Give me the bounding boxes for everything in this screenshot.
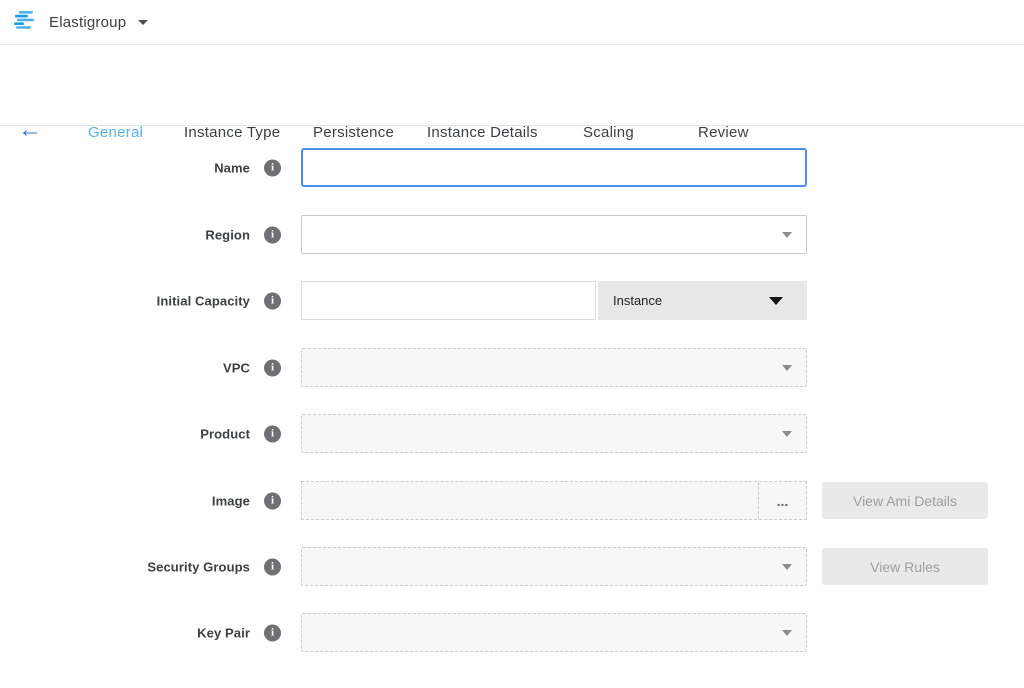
elastigroup-create-page: Elastigroup ← General Instance Type Pers… [0,0,1024,688]
key-pair-select[interactable] [301,613,807,652]
name-input[interactable] [301,148,807,187]
info-icon[interactable]: i [264,226,281,243]
info-icon[interactable]: i [264,624,281,641]
app-header: Elastigroup [0,0,1024,45]
elastigroup-logo-icon [14,10,40,35]
general-settings-form: Name i Region i Initial Capacity i In [0,127,1024,688]
app-title: Elastigroup [49,14,126,31]
browse-ellipsis-button[interactable]: ... [758,482,806,519]
caret-down-icon [769,297,783,305]
info-icon[interactable]: i [264,425,281,442]
info-icon[interactable]: i [264,558,281,575]
form-row-vpc: VPC i [0,348,1024,387]
view-rules-button[interactable]: View Rules [822,548,988,585]
initial-capacity-label: Initial Capacity [0,293,250,308]
form-row-product: Product i [0,414,1024,453]
view-ami-details-button[interactable]: View Ami Details [822,482,988,519]
key-pair-label: Key Pair [0,625,250,640]
info-icon[interactable]: i [264,492,281,509]
security-groups-select[interactable] [301,547,807,586]
caret-down-icon [782,365,792,371]
region-select[interactable] [301,215,807,254]
image-picker[interactable]: ... [301,481,807,520]
form-row-key-pair: Key Pair i [0,613,1024,652]
form-row-name: Name i [0,148,1024,187]
form-row-region: Region i [0,215,1024,254]
wizard-tabbar: ← General Instance Type Persistence Inst… [0,46,1024,126]
region-label: Region [0,227,250,242]
security-groups-label: Security Groups [0,559,250,574]
info-icon[interactable]: i [264,359,281,376]
capacity-unit-select[interactable]: Instance [598,281,807,320]
image-label: Image [0,493,250,508]
info-icon[interactable]: i [264,292,281,309]
name-label: Name [0,160,250,175]
caret-down-icon [782,232,792,238]
caret-down-icon [782,630,792,636]
caret-down-icon [782,431,792,437]
caret-down-icon [782,564,792,570]
initial-capacity-input[interactable] [301,281,596,320]
product-select[interactable] [301,414,807,453]
info-icon[interactable]: i [264,159,281,176]
capacity-unit-value: Instance [613,293,662,308]
vpc-select[interactable] [301,348,807,387]
vpc-label: VPC [0,360,250,375]
product-switcher[interactable]: Elastigroup [14,10,148,35]
caret-down-icon [138,20,148,25]
form-row-initial-capacity: Initial Capacity i Instance [0,281,1024,320]
product-label: Product [0,426,250,441]
